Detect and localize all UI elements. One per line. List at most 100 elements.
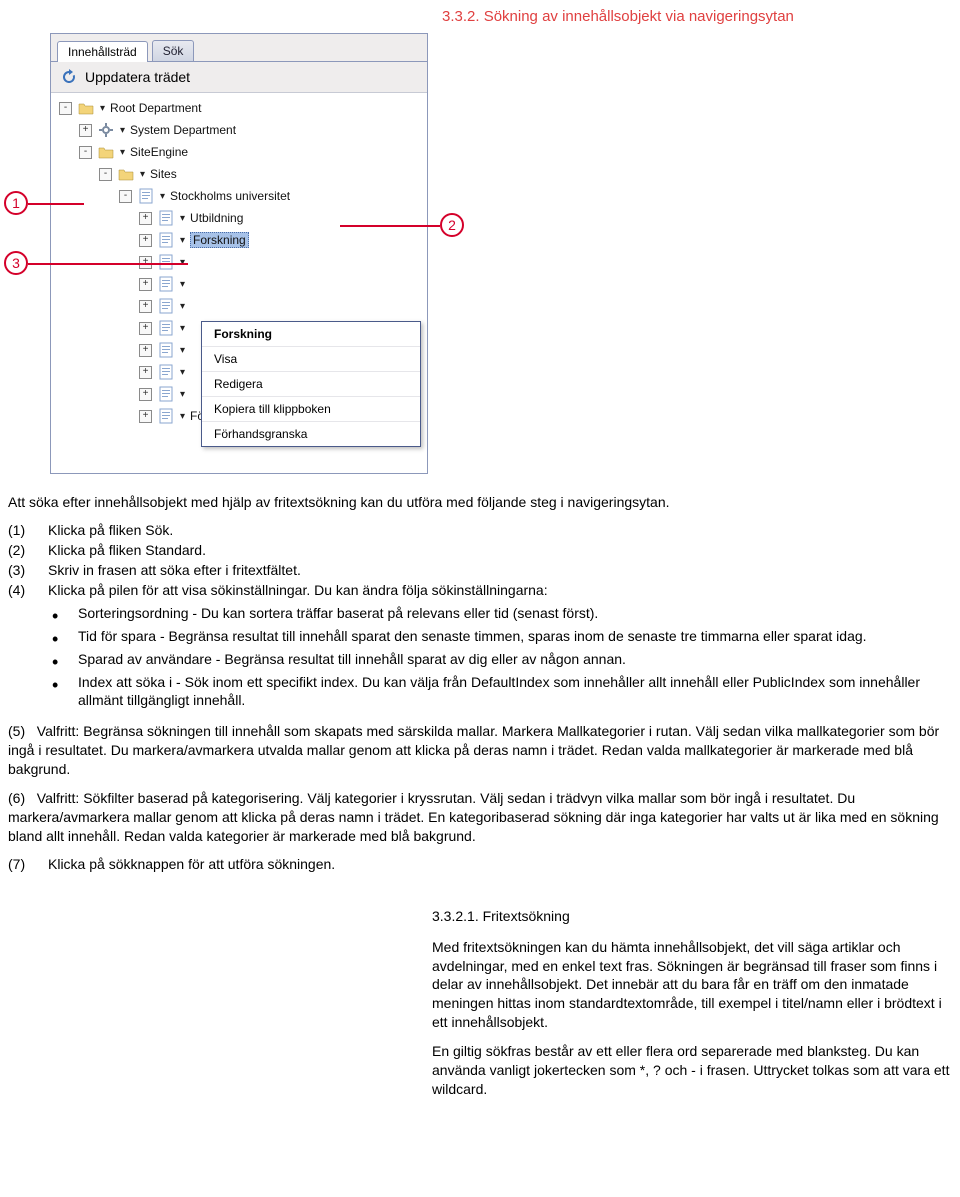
tree-expander[interactable]: + — [139, 256, 152, 269]
page-icon — [157, 232, 175, 248]
chevron-down-icon[interactable]: ▾ — [180, 257, 185, 268]
chevron-down-icon[interactable]: ▾ — [180, 411, 185, 422]
refresh-icon — [59, 67, 79, 87]
step-5-num: (5) — [8, 723, 25, 739]
context-menu-preview[interactable]: Förhandsgranska — [202, 422, 420, 446]
tab-content-tree[interactable]: Innehållsträd — [57, 41, 148, 62]
context-menu-view[interactable]: Visa — [202, 347, 420, 372]
tree-expander[interactable]: + — [139, 234, 152, 247]
step-3-num: (3) — [8, 562, 48, 578]
page-icon — [157, 320, 175, 336]
chevron-down-icon[interactable]: ▾ — [180, 213, 185, 224]
step-4: (4) Klicka på pilen för att visa sökinst… — [8, 582, 952, 598]
tree-expander[interactable]: + — [139, 410, 152, 423]
tree-expander[interactable]: - — [99, 168, 112, 181]
bullet-item: Tid för spara - Begränsa resultat till i… — [46, 627, 952, 646]
tree-expander[interactable]: + — [139, 322, 152, 335]
chevron-down-icon[interactable]: ▾ — [180, 323, 185, 334]
section-heading: 3.3.2. Sökning av innehållsobjekt via na… — [442, 8, 960, 25]
subsection-p2: En giltig sökfras består av ett eller fl… — [432, 1042, 950, 1099]
tree-node[interactable]: + ▾ Forskning — [55, 229, 427, 251]
callout-3-line — [28, 263, 188, 265]
tree-node[interactable]: +▾ — [55, 295, 427, 317]
context-menu-copy[interactable]: Kopiera till klippboken — [202, 397, 420, 422]
bullet-item: Sparad av användare - Begränsa resultat … — [46, 650, 952, 669]
tree-node[interactable]: +▾ — [55, 273, 427, 295]
tree-node[interactable]: - ▾ Stockholms universitet — [55, 185, 427, 207]
tab-bar: Innehållsträd Sök — [51, 34, 427, 62]
step-2: (2) Klicka på fliken Standard. — [8, 542, 952, 558]
tree-expander[interactable]: - — [59, 102, 72, 115]
page-icon — [157, 364, 175, 380]
tree-expander[interactable]: + — [79, 124, 92, 137]
step-2-text: Klicka på fliken Standard. — [48, 542, 952, 558]
tree-expander[interactable]: + — [139, 366, 152, 379]
chevron-down-icon[interactable]: ▾ — [100, 103, 105, 114]
tree-node[interactable]: - ▾ Sites — [55, 163, 427, 185]
page-icon — [137, 188, 155, 204]
tree-node-label: SiteEngine — [130, 145, 188, 159]
callout-3: 3 — [4, 251, 28, 275]
tree-expander[interactable]: + — [139, 388, 152, 401]
tree-node-label: Root Department — [110, 101, 201, 115]
page-icon — [157, 276, 175, 292]
folder-icon — [97, 144, 115, 160]
tree-view[interactable]: -▾Root Department+▾System Department-▾Si… — [51, 93, 427, 473]
folder-icon — [77, 100, 95, 116]
page-icon — [157, 342, 175, 358]
subsection: 3.3.2.1. Fritextsökning Med fritextsökni… — [432, 908, 950, 1099]
chevron-down-icon[interactable]: ▾ — [160, 191, 165, 202]
callout-1-line — [28, 203, 84, 205]
intro-text: Att söka efter innehållsobjekt med hjälp… — [8, 493, 952, 512]
step-6-text: Valfritt: Sökfilter baserad på kategoris… — [8, 790, 939, 844]
tree-expander[interactable]: - — [79, 146, 92, 159]
tab-search[interactable]: Sök — [152, 40, 195, 61]
settings-bullet-list: Sorteringsordning - Du kan sortera träff… — [8, 604, 952, 710]
chevron-down-icon[interactable]: ▾ — [140, 169, 145, 180]
tree-expander[interactable]: - — [119, 190, 132, 203]
page-icon — [157, 386, 175, 402]
tree-node[interactable]: +▾ — [55, 251, 427, 273]
tree-node-label: Stockholms universitet — [170, 189, 290, 203]
chevron-down-icon[interactable]: ▾ — [180, 345, 185, 356]
tree-node-label: Sites — [150, 167, 177, 181]
step-7-num: (7) — [8, 856, 48, 872]
callout-2: 2 — [440, 213, 464, 237]
step-5: (5) Valfritt: Begränsa sökningen till in… — [8, 722, 952, 779]
subsection-p1: Med fritextsökningen kan du hämta innehå… — [432, 938, 950, 1032]
screenshot-panel: 1 2 3 Innehållsträd Sök Uppdatera trädet… — [40, 33, 470, 483]
chevron-down-icon[interactable]: ▾ — [180, 389, 185, 400]
context-menu-title: Forskning — [202, 322, 420, 347]
tree-node[interactable]: - ▾ SiteEngine — [55, 141, 427, 163]
bullet-item: Index att söka i - Sök inom ett specifik… — [46, 673, 952, 711]
page-icon — [157, 254, 175, 270]
chevron-down-icon[interactable]: ▾ — [180, 235, 185, 246]
tree-expander[interactable]: + — [139, 344, 152, 357]
tree-expander[interactable]: + — [139, 278, 152, 291]
page-icon — [157, 408, 175, 424]
step-7: (7) Klicka på sökknappen för att utföra … — [8, 856, 952, 872]
step-4-text: Klicka på pilen för att visa sökinställn… — [48, 582, 952, 598]
step-7-text: Klicka på sökknappen för att utföra sökn… — [48, 856, 952, 872]
tree-expander[interactable]: + — [139, 212, 152, 225]
step-4-num: (4) — [8, 582, 48, 598]
chevron-down-icon[interactable]: ▾ — [120, 125, 125, 136]
step-3: (3) Skriv in frasen att söka efter i fri… — [8, 562, 952, 578]
tree-node-label: Forskning — [190, 232, 249, 248]
bullet-item: Sorteringsordning - Du kan sortera träff… — [46, 604, 952, 623]
refresh-tree-button[interactable]: Uppdatera trädet — [51, 62, 427, 93]
page-icon — [157, 298, 175, 314]
tree-node[interactable]: +▾System Department — [55, 119, 427, 141]
tree-expander[interactable]: + — [139, 300, 152, 313]
nav-panel: Innehållsträd Sök Uppdatera trädet -▾Roo… — [50, 33, 428, 474]
chevron-down-icon[interactable]: ▾ — [180, 279, 185, 290]
tree-node[interactable]: - ▾ Root Department — [55, 97, 427, 119]
context-menu: Forskning Visa Redigera Kopiera till kli… — [201, 321, 421, 447]
callout-2-line — [340, 225, 440, 227]
chevron-down-icon[interactable]: ▾ — [180, 367, 185, 378]
chevron-down-icon[interactable]: ▾ — [120, 147, 125, 158]
step-3-text: Skriv in frasen att söka efter i fritext… — [48, 562, 952, 578]
context-menu-edit[interactable]: Redigera — [202, 372, 420, 397]
chevron-down-icon[interactable]: ▾ — [180, 301, 185, 312]
step-6: (6) Valfritt: Sökfilter baserad på kateg… — [8, 789, 952, 846]
